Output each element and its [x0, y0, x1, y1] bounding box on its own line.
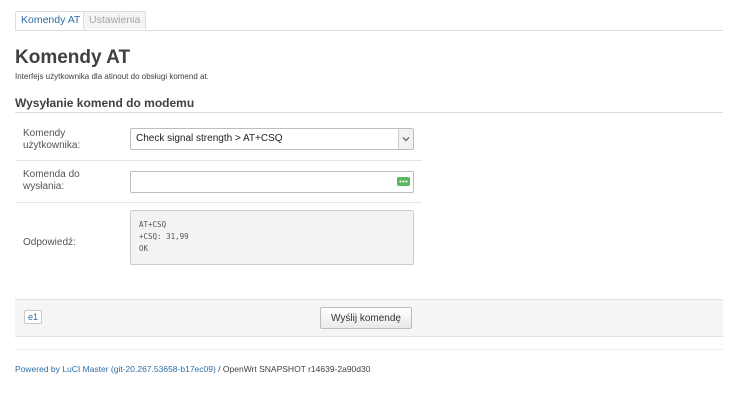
send-command-button[interactable]: Wyślij komendę — [320, 307, 412, 329]
page-description: Interfejs użytkownika dla atinout do obs… — [15, 72, 209, 81]
row-divider — [15, 202, 422, 203]
user-commands-select[interactable]: Check signal strength > AT+CSQ — [130, 128, 414, 150]
footer-text: Powered by LuCI Master (git-20.267.53658… — [15, 364, 370, 374]
user-commands-selected-value: Check signal strength > AT+CSQ — [136, 133, 283, 144]
section-divider — [15, 112, 723, 113]
response-label: Odpowiedź: — [23, 237, 76, 248]
tab-ustawienia[interactable]: Ustawienia — [83, 11, 147, 29]
command-label: Komenda do wysłania: — [23, 169, 80, 192]
section-title: Wysyłanie komend do modemu — [15, 96, 195, 110]
luci-link[interactable]: Powered by LuCI Master (git-20.267.53658… — [15, 364, 216, 374]
footer-divider — [15, 349, 723, 350]
response-output[interactable]: AT+CSQ +CSQ: 31,99 OK — [130, 210, 414, 265]
firmware-version: / OpenWrt SNAPSHOT r14639-2a90d30 — [215, 364, 371, 374]
action-bar: e1 Wyślij komendę — [15, 299, 723, 337]
ellipsis-icon[interactable] — [397, 177, 410, 186]
row-divider — [15, 160, 422, 161]
modem-badge[interactable]: e1 — [24, 310, 43, 324]
command-input[interactable] — [130, 171, 414, 193]
page-title: Komendy AT — [15, 47, 131, 68]
tab-bar: Komendy AT Ustawienia — [15, 11, 723, 31]
user-commands-label: Komendy użytkownika: — [23, 128, 81, 151]
chevron-down-icon[interactable] — [398, 129, 413, 149]
tab-komendy-at[interactable]: Komendy AT — [15, 11, 87, 30]
